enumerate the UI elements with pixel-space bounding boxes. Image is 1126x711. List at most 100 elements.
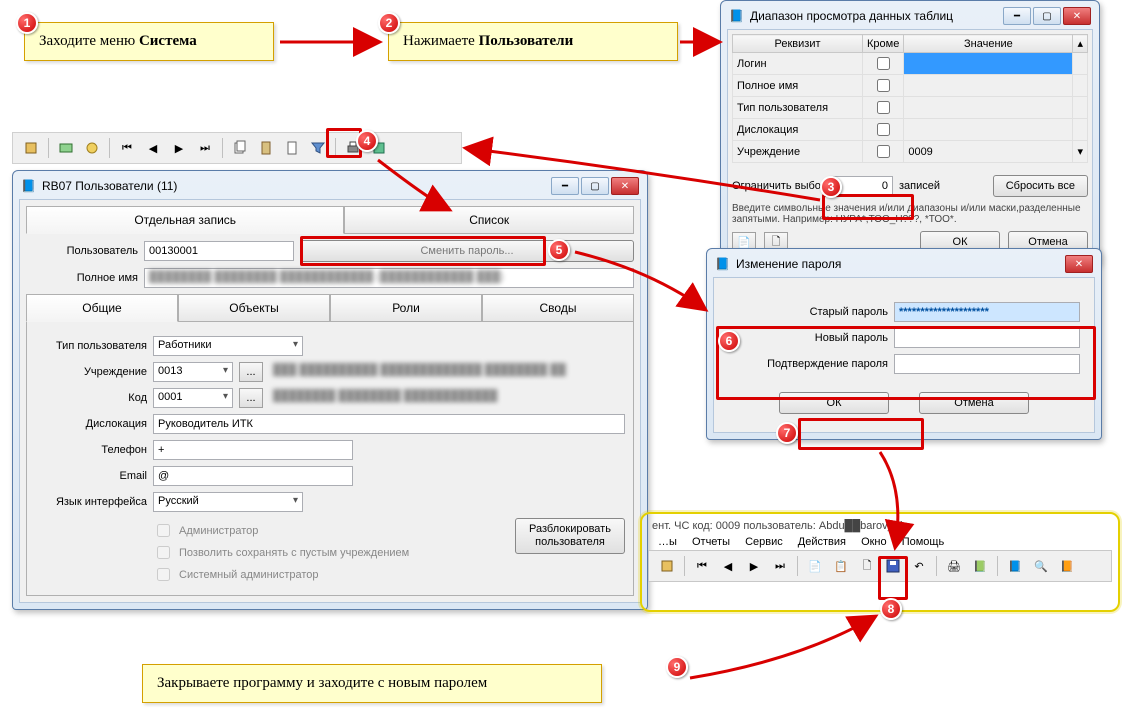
maximize-button[interactable]: ▢ [581,177,609,195]
cell-val[interactable] [904,75,1073,97]
limit-input[interactable] [833,176,893,196]
minimize-button[interactable]: ━ [1003,7,1031,25]
chk-admin[interactable]: Администратор [153,521,409,540]
minimize-button[interactable]: ━ [551,177,579,195]
bt-copy-icon[interactable]: 📄 [803,555,827,577]
cell-chk[interactable] [863,97,904,119]
tab-list[interactable]: Список [344,206,634,234]
cell-val[interactable]: 0009 [904,141,1073,163]
paste-icon[interactable] [254,137,278,159]
close-button[interactable]: ✕ [611,177,639,195]
limit-label: Ограничить выбор [732,180,827,192]
bt-new-icon[interactable]: 🗋 [855,555,879,577]
bt-nav-prev[interactable]: ◀ [716,555,740,577]
user-input[interactable] [144,241,294,261]
table-row[interactable]: Дислокация [733,119,1088,141]
cell-name: Тип пользователя [733,97,863,119]
code-label: Код [35,392,147,404]
marker-1: 1 [16,12,38,34]
lang-combo[interactable]: Русский [153,492,303,512]
menu-reports[interactable]: Отчеты [692,536,730,548]
step2-text-a: Нажимаете [403,33,479,49]
lang-value: Русский [158,495,199,507]
main-toolbar: ⏮ ◀ ▶ ⏭ [12,132,462,164]
cell-chk[interactable] [863,53,904,75]
toolbar-icon-2[interactable] [54,137,78,159]
reset-button[interactable]: Сбросить все [993,175,1088,197]
step1-text-a: Заходите меню [39,33,139,49]
toolbar-icon-1[interactable] [19,137,43,159]
tab-single-record[interactable]: Отдельная запись [26,206,344,234]
cell-val-selected[interactable] [904,53,1073,75]
fullname-value: ████████ ████████ ████████████ (████████… [144,268,634,288]
tab-objects[interactable]: Объекты [178,294,330,322]
table-row[interactable]: Полное имя [733,75,1088,97]
step9-callout: Закрываете программу и заходите с новым … [142,664,602,703]
bt-icon-b[interactable]: 🔍 [1029,555,1053,577]
chk-sysadmin[interactable]: Системный администратор [153,565,409,584]
close-button[interactable]: ✕ [1065,255,1093,273]
tab-general[interactable]: Общие [26,294,178,322]
bottom-menubar: …ы Отчеты Сервис Действия Окно Помощь [648,534,1112,550]
email-input[interactable] [153,466,353,486]
old-pw-input[interactable] [894,302,1080,322]
menu-help[interactable]: Помощь [902,536,945,548]
red-frame-7 [798,418,924,450]
cell-val[interactable] [904,97,1073,119]
step2-text-b: Пользователи [479,33,574,49]
lang-label: Язык интерфейса [35,496,147,508]
disloc-input[interactable] [153,414,625,434]
bt-nav-first[interactable]: ⏮ [690,555,714,577]
cell-name: Учреждение [733,141,863,163]
bt-paste-icon[interactable]: 📋 [829,555,853,577]
bt-icon-a[interactable]: 📘 [1003,555,1027,577]
close-button[interactable]: ✕ [1063,7,1091,25]
bt-undo-icon[interactable]: ↶ [907,555,931,577]
menu-service[interactable]: Сервис [745,536,783,548]
cell-name: Дислокация [733,119,863,141]
toolbar-sep [109,138,110,158]
col-scroll: ▴ [1073,35,1088,53]
book-icon: 📘 [715,257,730,271]
cell-chk[interactable] [863,141,904,163]
toolbar-icon-3[interactable] [80,137,104,159]
org-combo[interactable]: 0013 [153,362,233,382]
menu-item-cut[interactable]: …ы [658,536,677,548]
tab-svody[interactable]: Своды [482,294,634,322]
bt-icon-1[interactable] [655,555,679,577]
table-row[interactable]: Тип пользователя [733,97,1088,119]
type-combo[interactable]: Работники [153,336,303,356]
cell-val[interactable] [904,119,1073,141]
tab-roles[interactable]: Роли [330,294,482,322]
cell-chk[interactable] [863,75,904,97]
unblock-button[interactable]: Разблокировать пользователя [515,518,625,554]
bt-nav-next[interactable]: ▶ [742,555,766,577]
table-row[interactable]: Учреждение 0009▾ [733,141,1088,163]
user-label: Пользователь [26,245,138,257]
nav-first-icon[interactable]: ⏮ [115,137,139,159]
cell-dropdown-icon[interactable]: ▾ [1073,141,1088,163]
bt-print-icon[interactable]: 🖨 [942,555,966,577]
rb07-title: RB07 Пользователи (11) [42,179,177,193]
code-combo[interactable]: 0001 [153,388,233,408]
new-doc-icon[interactable] [280,137,304,159]
maximize-button[interactable]: ▢ [1033,7,1061,25]
nav-last-icon[interactable]: ⏭ [193,137,217,159]
org-browse-button[interactable]: ... [239,362,263,382]
toolbar-sep [222,138,223,158]
menu-window[interactable]: Окно [861,536,887,548]
cell-name: Логин [733,53,863,75]
phone-input[interactable] [153,440,353,460]
menu-actions[interactable]: Действия [798,536,846,548]
table-row[interactable]: Логин [733,53,1088,75]
phone-label: Телефон [35,444,147,456]
chk-empty-org[interactable]: Позволить сохранять с пустым учреждением [153,543,409,562]
copy-icon[interactable] [228,137,252,159]
bt-export-icon[interactable]: 📗 [968,555,992,577]
nav-prev-icon[interactable]: ◀ [141,137,165,159]
bt-icon-c[interactable]: 📙 [1055,555,1079,577]
nav-next-icon[interactable]: ▶ [167,137,191,159]
code-browse-button[interactable]: ... [239,388,263,408]
bt-nav-last[interactable]: ⏭ [768,555,792,577]
cell-chk[interactable] [863,119,904,141]
